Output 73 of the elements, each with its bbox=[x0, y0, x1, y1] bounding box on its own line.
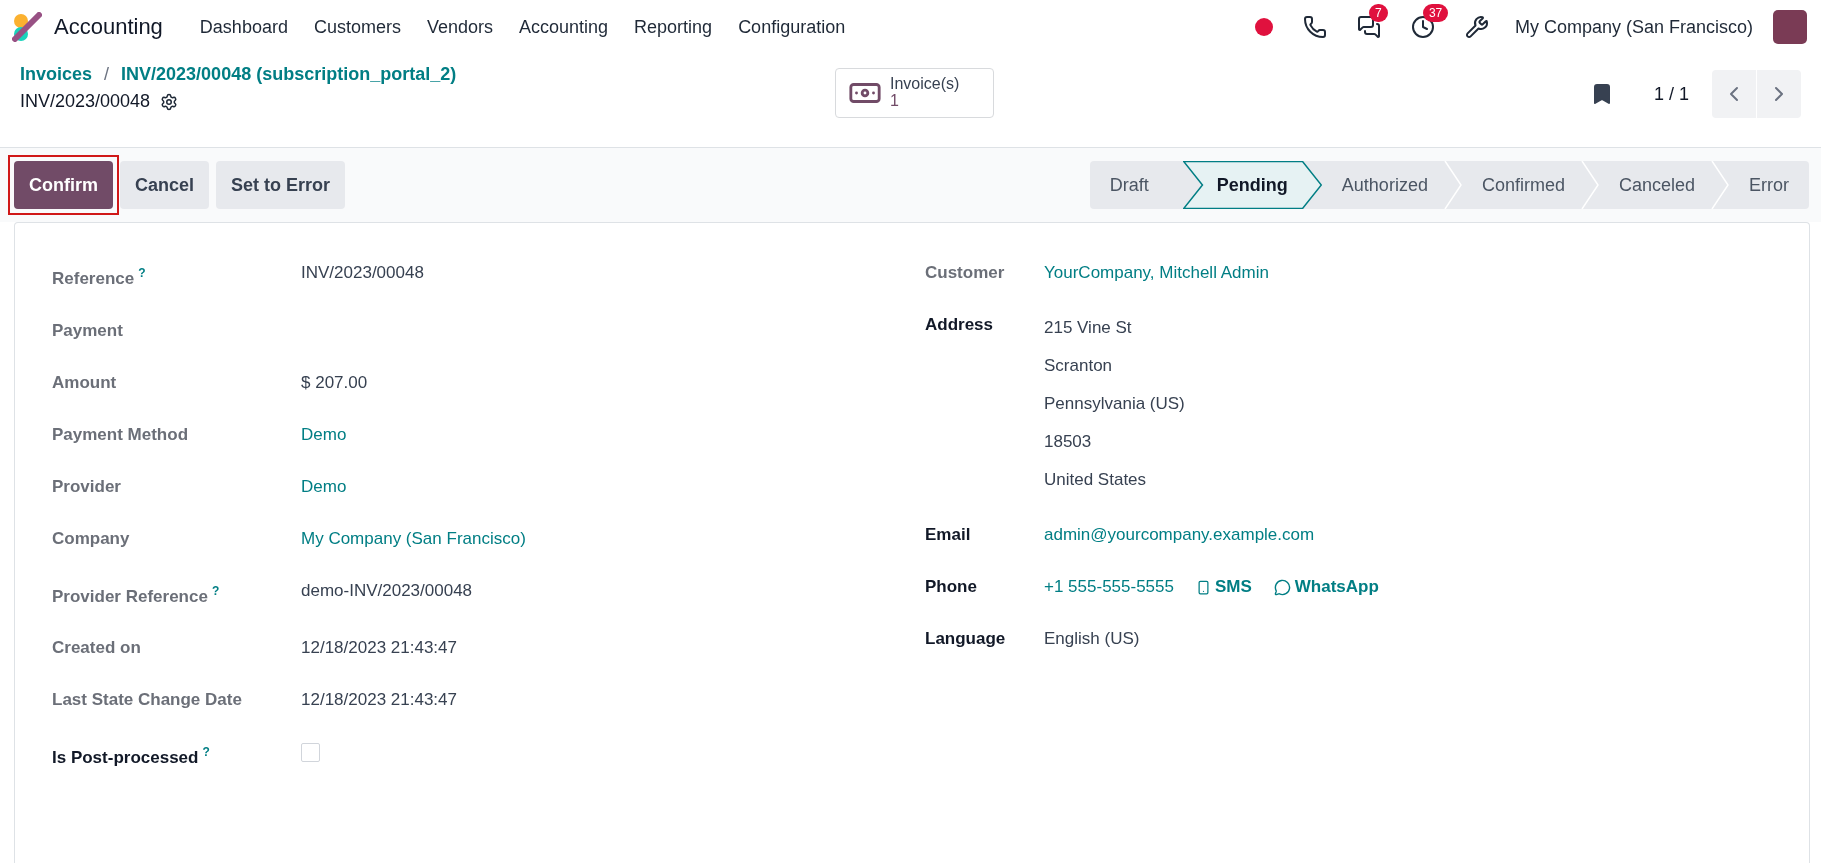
chat-icon[interactable] bbox=[1356, 15, 1381, 39]
field-value: INV/2023/00048 bbox=[301, 263, 424, 282]
chevron-separator-icon bbox=[1711, 161, 1729, 209]
status-stage[interactable]: Authorized bbox=[1321, 161, 1462, 209]
field-link[interactable]: My Company (San Francisco) bbox=[301, 528, 526, 548]
company-switcher[interactable]: My Company (San Francisco) bbox=[1514, 16, 1753, 38]
menu-item[interactable]: Vendors bbox=[413, 8, 506, 46]
clock-icon[interactable] bbox=[1410, 15, 1435, 39]
breadcrumb-separator: / bbox=[104, 64, 110, 85]
phone-link[interactable]: +1 555-555-5555 bbox=[1044, 571, 1174, 603]
field-value: $ 207.00 bbox=[301, 372, 368, 392]
app-logo-icon[interactable] bbox=[12, 12, 42, 42]
field-label: Email bbox=[925, 524, 972, 546]
tools-icon[interactable] bbox=[1464, 15, 1489, 39]
field-label: Address bbox=[925, 314, 995, 336]
chat-icon bbox=[1273, 578, 1291, 596]
count-badge: 37 bbox=[1422, 4, 1449, 22]
count-badge: 7 bbox=[1368, 4, 1388, 22]
action-button[interactable]: Cancel bbox=[120, 161, 210, 209]
field-label: Provider bbox=[52, 475, 122, 498]
chevron-separator-icon bbox=[1443, 161, 1462, 209]
status-stage[interactable]: Canceled bbox=[1598, 161, 1729, 209]
status-stage[interactable]: Confirmed bbox=[1461, 161, 1599, 209]
breadcrumb-link[interactable]: INV/2023/00048 (subscription_portal_2) bbox=[121, 64, 457, 85]
field-label: Payment Method bbox=[52, 423, 190, 446]
checkbox[interactable] bbox=[301, 743, 320, 763]
field-value: English (US) bbox=[1044, 629, 1140, 648]
field-label: Amount bbox=[52, 371, 118, 394]
field-link[interactable]: Demo bbox=[301, 476, 347, 496]
phone-icon[interactable] bbox=[1302, 15, 1327, 39]
field-label: Phone bbox=[925, 576, 978, 598]
field-label: Created on bbox=[52, 637, 142, 660]
sms-link[interactable]: SMS bbox=[1196, 571, 1252, 603]
field-value: 12/18/2023 21:43:47 bbox=[301, 690, 457, 710]
menu-item[interactable]: Configuration bbox=[725, 8, 859, 46]
menu-item[interactable]: Reporting bbox=[621, 8, 726, 46]
field-value: 12/18/2023 21:43:47 bbox=[301, 638, 457, 658]
action-button[interactable]: Confirm bbox=[14, 161, 113, 209]
field-label: Is Post-processed $^{?}$ bbox=[52, 744, 211, 769]
field-value: demo-INV/2023/00048 bbox=[301, 580, 473, 600]
chevron-separator-icon bbox=[1580, 161, 1599, 209]
settings-icon[interactable] bbox=[160, 92, 179, 111]
field-link[interactable]: YourCompany, Mitchell Admin bbox=[1044, 263, 1269, 282]
phone-icon bbox=[1196, 579, 1211, 595]
field-label: Reference $^{?}$ bbox=[52, 265, 147, 290]
address-line: Pennsylvania (US) bbox=[1044, 393, 1186, 415]
field-label: Customer bbox=[925, 262, 1006, 284]
address-line: 215 Vine St bbox=[1044, 317, 1133, 339]
field-link[interactable]: admin@yourcompany.example.com bbox=[1044, 525, 1315, 544]
menu-item[interactable]: Dashboard bbox=[186, 8, 301, 46]
record-title: INV/2023/00048 bbox=[20, 91, 151, 112]
menu-item[interactable]: Accounting bbox=[506, 8, 622, 46]
status-stage[interactable]: Draft bbox=[1089, 161, 1183, 209]
field-label: Provider Reference $^{?}$ bbox=[52, 582, 221, 608]
breadcrumb-link[interactable]: Invoices bbox=[20, 64, 93, 85]
user-avatar[interactable] bbox=[1773, 10, 1807, 44]
address-line: Scranton bbox=[1044, 355, 1114, 377]
status-stage[interactable]: Pending bbox=[1182, 161, 1322, 209]
app-name[interactable]: Accounting bbox=[54, 14, 163, 40]
address-line: United States bbox=[1044, 469, 1148, 491]
field-label: Last State Change Date bbox=[52, 689, 243, 712]
invoices-smart-button[interactable]: Invoice(s) 1 bbox=[835, 68, 994, 118]
status-dot[interactable] bbox=[1254, 18, 1273, 36]
address-line: 18503 bbox=[1044, 431, 1093, 453]
field-label: Company bbox=[52, 527, 131, 550]
whatsapp-link[interactable]: WhatsApp bbox=[1273, 571, 1379, 603]
field-link[interactable]: Demo bbox=[301, 424, 347, 444]
menu-item[interactable]: Customers bbox=[300, 8, 414, 46]
status-stage[interactable]: Error bbox=[1729, 161, 1809, 209]
pager-value[interactable]: 1 / 1 bbox=[1653, 83, 1689, 105]
action-button[interactable]: Set to Error bbox=[216, 161, 346, 209]
field-label: Payment bbox=[52, 319, 124, 342]
field-label: Language bbox=[925, 628, 1007, 650]
